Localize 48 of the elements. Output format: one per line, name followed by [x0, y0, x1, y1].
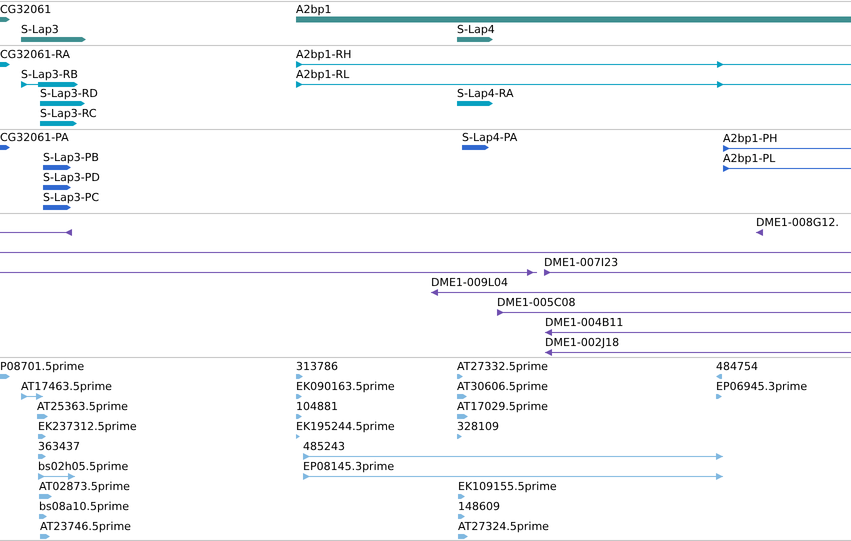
feature-label: EK109155.5prime: [458, 480, 557, 493]
feature-label: EK237312.5prime: [38, 420, 137, 433]
feature-label: AT23746.5prime: [40, 520, 131, 533]
feature-label: 485243: [303, 440, 345, 453]
feature-label: S-Lap3-PD: [43, 171, 100, 184]
feature-label: AT27324.5prime: [458, 520, 549, 533]
feature-label: S-Lap3-RC: [40, 107, 97, 120]
feature-label: DME1-005C08: [497, 296, 576, 309]
feature-label: EK090163.5prime: [296, 380, 395, 393]
feature-label: EP06945.3prime: [716, 380, 808, 393]
feature-label: 313786: [296, 360, 338, 373]
feature-label: CG32061-RA: [0, 48, 70, 61]
feature-label: S-Lap4: [457, 23, 495, 36]
feature-label: P08701.5prime: [0, 360, 84, 373]
feature-label: A2bp1: [296, 3, 332, 16]
feature-label: S-Lap4-PA: [462, 131, 518, 144]
feature-label: DME1-002J18: [545, 336, 620, 349]
feature-label: S-Lap3: [21, 23, 59, 36]
feature-label: A2bp1-PH: [723, 132, 778, 145]
feature-label: EP08145.3prime: [303, 460, 394, 473]
feature-label: S-Lap3-PB: [43, 151, 99, 164]
feature-label: CG32061-PA: [0, 131, 69, 144]
feature-label: CG32061: [0, 3, 52, 16]
feature-label: DME1-007I23: [544, 256, 618, 269]
feature-label: AT02873.5prime: [39, 480, 130, 493]
feature-label: 484754: [716, 360, 758, 373]
feature-label: S-Lap4-RA: [457, 87, 514, 100]
feature-label: bs08a10.5prime: [39, 500, 129, 513]
feature-label: S-Lap3-RD: [40, 87, 98, 100]
feature-label: EK195244.5prime: [296, 420, 395, 433]
feature-label: bs02h05.5prime: [38, 460, 128, 473]
feature-label: S-Lap3-PC: [43, 191, 100, 204]
feature-label: AT25363.5prime: [37, 400, 128, 413]
feature-label: AT27332.5prime: [457, 360, 548, 373]
feature-label: DME1-004B11: [545, 316, 624, 329]
feature-label: 328109: [457, 420, 499, 433]
feature-label: 363437: [38, 440, 80, 453]
feature-label: A2bp1-PL: [723, 152, 776, 165]
feature-label: A2bp1-RH: [296, 48, 352, 61]
feature-label: AT17463.5prime: [21, 380, 112, 393]
feature-label: S-Lap3-RB: [21, 68, 78, 81]
feature-label: A2bp1-RL: [296, 68, 350, 81]
feature-label: AT17029.5prime: [457, 400, 548, 413]
feature-label: 104881: [296, 400, 338, 413]
feature-label: 148609: [458, 500, 500, 513]
feature-label: AT30606.5prime: [457, 380, 548, 393]
feature-label: DME1-008G12.: [756, 216, 839, 229]
feature-label: DME1-009L04: [431, 276, 508, 289]
